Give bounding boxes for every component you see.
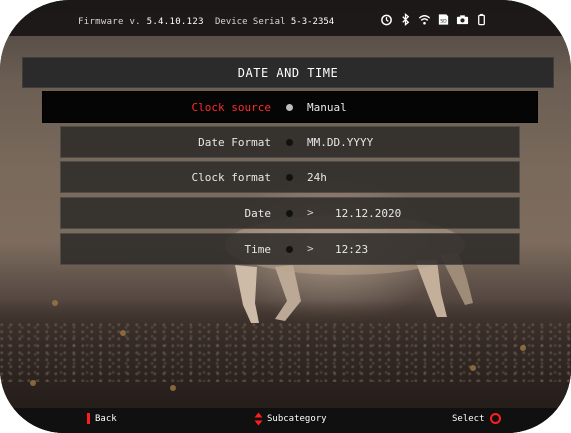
bluetooth-icon (402, 13, 410, 26)
plant-bud (120, 330, 126, 336)
wifi-icon (418, 15, 431, 25)
scope-display: Firmware v. 5.4.10.123 Device Serial 5-3… (0, 0, 571, 433)
menu-item-date-format[interactable]: Date Format MM.DD.YYYY (60, 126, 520, 158)
up-down-arrows-icon (254, 412, 263, 426)
serial-label: Device Serial (215, 17, 286, 27)
back-button-icon (87, 413, 90, 424)
menu-item-value: MM.DD.YYYY (307, 136, 374, 149)
serial-info: Device Serial 5-3-2354 (215, 17, 334, 27)
menu-item-value: 12:23 (335, 243, 369, 256)
menu-item-clock-source[interactable]: Clock source Manual (42, 91, 538, 123)
control-hints-bar: Back Subcategory Select (0, 408, 571, 433)
bullet-icon (286, 104, 293, 111)
select-hint[interactable]: Select (452, 413, 501, 424)
subcategory-label: Subcategory (267, 414, 327, 424)
menu-item-label: Clock format (191, 171, 271, 184)
subcategory-hint[interactable]: Subcategory (254, 412, 327, 426)
firmware-label: Firmware v. (78, 17, 141, 27)
gravel-texture (0, 322, 571, 382)
camera-icon (456, 15, 469, 25)
svg-text:SD: SD (440, 18, 447, 24)
menu-item-value: 12.12.2020 (335, 207, 402, 220)
sd-card-icon: SD (438, 14, 449, 25)
serial-number: 5-3-2354 (290, 17, 335, 27)
back-hint[interactable]: Back (87, 413, 117, 424)
bullet-icon (286, 139, 293, 146)
bullet-icon (286, 210, 293, 217)
plant-bud (30, 380, 36, 386)
status-icons: SD (380, 13, 488, 26)
menu-item-label: Time (244, 243, 272, 256)
menu-item-label: Clock source (191, 101, 271, 114)
plant-bud (470, 365, 476, 371)
plant-bud (170, 385, 176, 391)
select-label: Select (452, 413, 485, 424)
chevron-right-icon: > (307, 242, 314, 255)
firmware-info: Firmware v. 5.4.10.123 (78, 17, 204, 27)
menu-item-time[interactable]: Time > 12:23 (60, 233, 520, 265)
bullet-icon (286, 246, 293, 253)
page-title: DATE AND TIME (237, 66, 339, 80)
menu-item-value: 24h (307, 171, 327, 184)
back-label: Back (95, 413, 117, 424)
menu-item-date[interactable]: Date > 12.12.2020 (60, 197, 520, 229)
menu-item-value: Manual (307, 101, 347, 114)
select-button-icon (489, 413, 501, 424)
chevron-right-icon: > (307, 206, 314, 219)
timer-icon (381, 14, 392, 26)
bullet-icon (286, 174, 293, 181)
menu-item-label: Date Format (198, 136, 271, 149)
battery-icon (478, 13, 485, 26)
plant-bud (520, 345, 526, 351)
status-bar: Firmware v. 5.4.10.123 Device Serial 5-3… (0, 0, 571, 36)
menu-header: DATE AND TIME (22, 57, 554, 88)
plant-bud (52, 300, 58, 306)
menu-item-clock-format[interactable]: Clock format 24h (60, 161, 520, 193)
firmware-version: 5.4.10.123 (146, 17, 204, 27)
menu-item-label: Date (244, 207, 272, 220)
